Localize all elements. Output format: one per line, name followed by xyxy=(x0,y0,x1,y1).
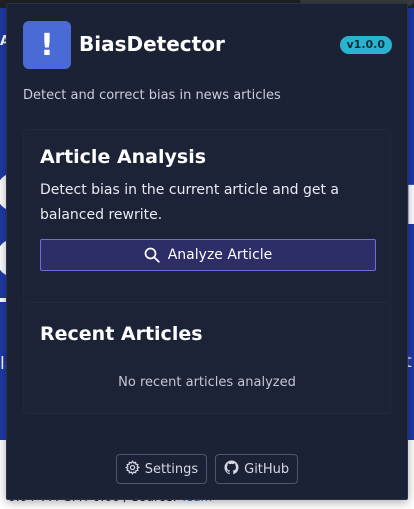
recent-articles-title: Recent Articles xyxy=(40,323,203,345)
article-analysis-description: Detect bias in the current article and g… xyxy=(40,182,339,223)
app-logo: ! xyxy=(23,21,71,69)
popup-footer: Settings GitHub xyxy=(7,454,407,484)
github-label: GitHub xyxy=(244,461,290,477)
version-badge: v1.0.0 xyxy=(339,36,392,54)
app-title: BiasDetector xyxy=(79,32,225,56)
github-icon xyxy=(224,459,239,479)
extension-popup: ! BiasDetector v1.0.0 Detect and correct… xyxy=(6,3,408,500)
app-tagline: Detect and correct bias in news articles xyxy=(23,88,281,103)
article-analysis-title: Article Analysis xyxy=(40,146,207,168)
analyze-article-button[interactable]: Analyze Article xyxy=(40,239,376,271)
exclamation-icon: ! xyxy=(40,27,54,63)
article-analysis-card: Article Analysis Detect bias in the curr… xyxy=(23,129,391,304)
recent-articles-card: Recent Articles No recent articles analy… xyxy=(23,302,391,414)
settings-button[interactable]: Settings xyxy=(115,454,208,484)
analyze-article-label: Analyze Article xyxy=(167,247,273,263)
settings-label: Settings xyxy=(144,461,199,477)
gear-icon xyxy=(124,459,140,479)
github-button[interactable]: GitHub xyxy=(215,454,299,484)
recent-articles-empty-state: No recent articles analyzed xyxy=(118,375,296,390)
search-icon xyxy=(144,247,160,263)
popup-header: ! BiasDetector v1.0.0 xyxy=(7,4,407,82)
